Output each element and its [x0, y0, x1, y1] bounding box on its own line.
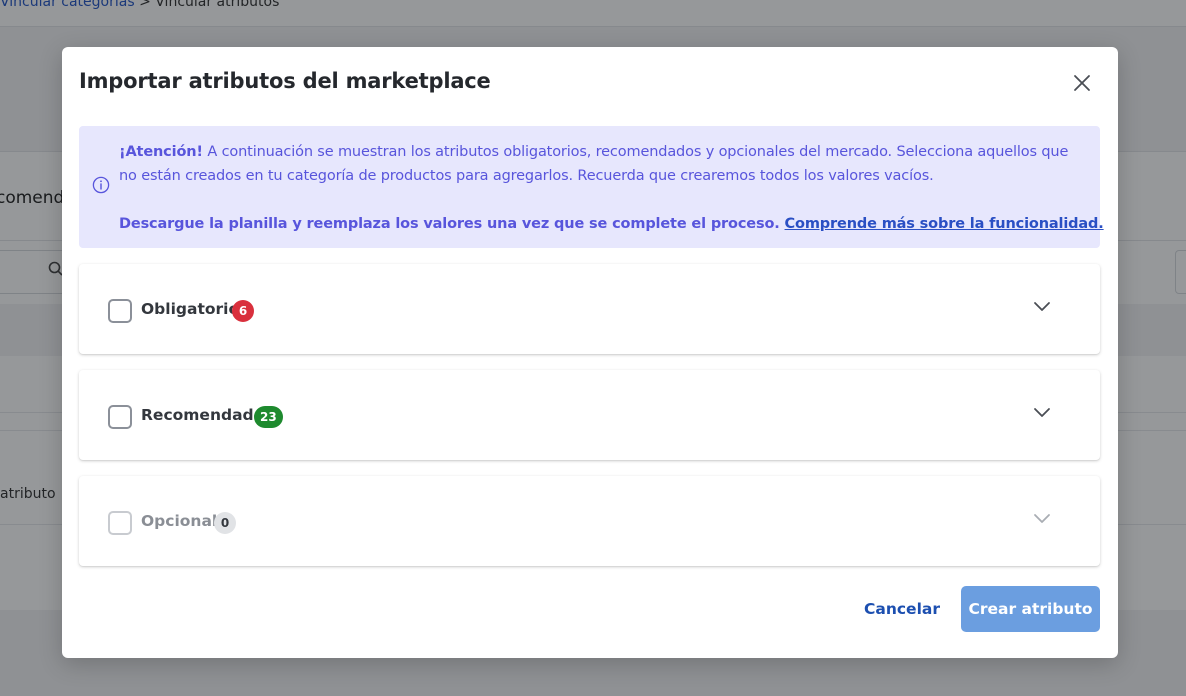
section-obligatorio[interactable]: Obligatorio 6	[79, 264, 1100, 354]
chevron-down-icon	[1034, 514, 1050, 523]
count-badge: 0	[214, 512, 236, 534]
count-badge: 23	[254, 406, 283, 428]
chevron-down-icon[interactable]	[1031, 296, 1053, 318]
count-badge: 6	[232, 300, 254, 322]
cancel-button[interactable]: Cancelar	[858, 587, 946, 631]
close-button[interactable]	[1068, 69, 1096, 97]
section-recomendado[interactable]: Recomendado 23	[79, 370, 1100, 460]
chevron-down-icon[interactable]	[1031, 402, 1053, 424]
dialog-title: Importar atributos del marketplace	[79, 69, 491, 93]
section-label: Recomendado	[141, 406, 265, 424]
section-opcional: Opcional 0	[79, 476, 1100, 566]
section-label: Opcional	[141, 512, 218, 530]
close-icon	[1074, 75, 1090, 91]
attention-alert: ¡Atención! A continuación se muestran lo…	[79, 126, 1104, 248]
alert-text: A continuación se muestran los atributos…	[202, 144, 1069, 160]
import-attributes-dialog: Importar atributos del marketplace ¡Aten…	[62, 47, 1118, 658]
section-label: Obligatorio	[141, 300, 240, 318]
learn-more-link[interactable]: Comprende más sobre la funcionalidad.	[785, 216, 1104, 232]
select-all-checkbox[interactable]	[108, 405, 132, 429]
select-all-checkbox[interactable]	[108, 299, 132, 323]
select-all-checkbox	[108, 511, 132, 535]
alert-text-line-3: Descargue la planilla y reemplaza los va…	[119, 213, 1104, 235]
alert-text-line-1: ¡Atención! A continuación se muestran lo…	[119, 141, 1068, 163]
alert-text-line-2: no están creados en tu categoría de prod…	[119, 168, 934, 184]
create-attribute-button[interactable]: Crear atributo	[961, 586, 1100, 632]
alert-download-text: Descargue la planilla y reemplaza los va…	[119, 216, 785, 232]
info-icon	[92, 176, 110, 194]
alert-heading: ¡Atención!	[119, 144, 203, 160]
